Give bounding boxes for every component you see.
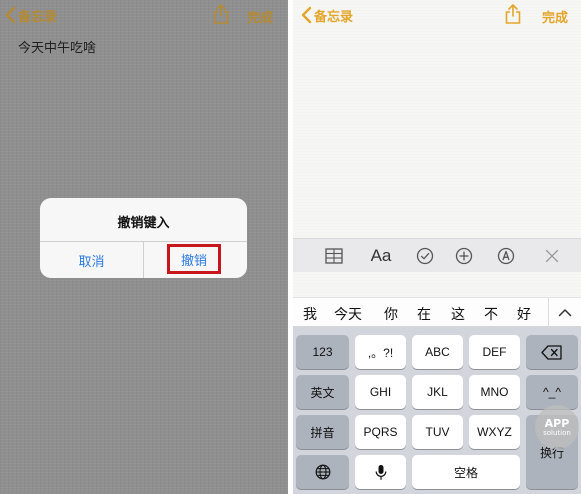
back-button[interactable]: 备忘录 (4, 5, 57, 25)
delete-key[interactable] (526, 335, 578, 369)
watermark-line2: solution (543, 428, 571, 437)
done-button[interactable]: 完成 (247, 7, 273, 26)
candidate-word[interactable]: 在 (417, 304, 431, 324)
key-jkl[interactable]: JKL (412, 375, 463, 409)
candidate-bar: 我 今天 你 在 这 不 好 (293, 297, 581, 327)
key-abc[interactable]: ABC (412, 335, 463, 369)
close-icon[interactable] (541, 245, 563, 267)
note-body-text[interactable]: 今天中午吃啥 (18, 37, 96, 56)
alert-button-divider (143, 241, 144, 278)
checklist-icon[interactable] (414, 245, 436, 267)
share-icon[interactable] (504, 3, 522, 25)
globe-key[interactable] (296, 455, 349, 489)
markup-pen-icon[interactable] (495, 245, 517, 267)
back-label: 备忘录 (314, 9, 354, 25)
key-wxyz[interactable]: WXYZ (469, 415, 520, 449)
key-pqrs[interactable]: PQRS (355, 415, 406, 449)
nav-bar: 备忘录 完成 (0, 0, 288, 30)
key-tuv[interactable]: TUV (412, 415, 463, 449)
candidate-word[interactable]: 今天 (334, 304, 362, 324)
space-key[interactable]: 空格 (412, 455, 520, 489)
format-toolbar: Aa (293, 238, 581, 272)
expand-candidates-button[interactable] (548, 298, 581, 327)
key-def[interactable]: DEF (469, 335, 520, 369)
candidate-word[interactable]: 我 (303, 304, 317, 324)
chevron-left-icon (301, 6, 312, 24)
chevron-up-icon (558, 309, 572, 317)
add-icon[interactable] (453, 245, 475, 267)
key-mno[interactable]: MNO (469, 375, 520, 409)
key-ghi[interactable]: GHI (355, 375, 406, 409)
key-english[interactable]: 英文 (296, 375, 349, 409)
undo-typing-alert: 撤销键入 取消 撤销 (40, 198, 247, 278)
done-button[interactable]: 完成 (542, 7, 568, 26)
key-punctuation[interactable]: ,。?! (355, 335, 406, 369)
table-icon[interactable] (323, 245, 345, 267)
globe-icon (315, 464, 330, 480)
left-screen: 备忘录 完成 今天中午吃啥 撤销键入 取消 撤销 (0, 0, 288, 494)
candidate-word[interactable]: 你 (384, 304, 398, 324)
microphone-icon (375, 464, 386, 480)
key-emoticon[interactable]: ^_^ (526, 375, 578, 409)
key-pinyin[interactable]: 拼音 (296, 415, 349, 449)
candidate-word[interactable]: 这 (451, 304, 465, 324)
key-123[interactable]: 123 (296, 335, 349, 369)
share-icon[interactable] (212, 3, 230, 25)
text-style-icon[interactable]: Aa (367, 245, 395, 267)
app-solution-watermark: APP solution (535, 405, 579, 449)
text-style-label: Aa (370, 246, 392, 265)
candidate-word[interactable]: 不 (484, 304, 498, 324)
alert-title: 撤销键入 (117, 216, 170, 231)
nav-bar: 备忘录 完成 (293, 0, 581, 30)
dictation-key[interactable] (355, 455, 406, 489)
chevron-left-icon (5, 6, 16, 24)
back-label: 备忘录 (18, 9, 58, 25)
back-button[interactable]: 备忘录 (300, 5, 353, 25)
backspace-icon (541, 344, 562, 360)
watermark-line1: APP (544, 416, 570, 430)
undo-button[interactable]: 撤销 (167, 244, 221, 274)
cancel-button[interactable]: 取消 (40, 242, 143, 278)
keyboard: 123 ,。?! ABC DEF 英文 GHI JKL MNO ^_^ 拼音 P… (293, 327, 581, 494)
candidate-word[interactable]: 好 (517, 304, 531, 324)
